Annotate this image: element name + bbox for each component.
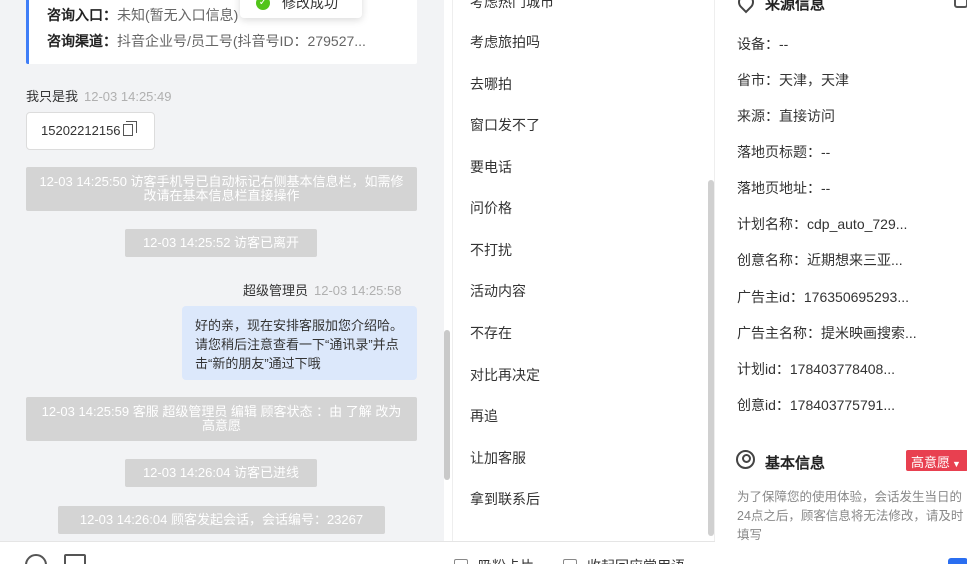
basic-info-title: 基本信息 xyxy=(765,455,826,472)
fan-card-label: 吸粉卡片 xyxy=(478,556,534,564)
collapse-replies-checkbox[interactable] xyxy=(563,559,577,564)
info-device: 设备：-- xyxy=(737,36,789,52)
fan-card-checkbox[interactable] xyxy=(454,559,468,564)
user-icon xyxy=(736,450,755,469)
quick-reply-item[interactable]: 不打扰 xyxy=(470,240,512,260)
check-icon: ✓ xyxy=(256,0,270,10)
info-creative-name: 创意名称：近期想来三亚... xyxy=(737,252,903,268)
info-landing-title: 落地页标题：-- xyxy=(737,144,831,160)
phone-number: 15202212156 xyxy=(41,123,121,138)
quick-reply-scrollbar[interactable] xyxy=(708,180,714,536)
quick-reply-item[interactable]: 要电话 xyxy=(470,157,512,177)
info-advertiser-id: 广告主id：176350695293... xyxy=(737,289,909,305)
intent-status-badge[interactable]: 高意愿 ▼ xyxy=(906,450,967,471)
quick-reply-item[interactable]: 再追 xyxy=(470,406,498,426)
consult-entry-label: 咨询入口： xyxy=(47,7,117,23)
info-source: 来源：直接访问 xyxy=(737,108,835,124)
toast-text: 修改成功 xyxy=(282,0,338,11)
quick-reply-item[interactable]: 不存在 xyxy=(470,323,512,343)
info-landing-url: 落地页地址：-- xyxy=(737,180,831,196)
agent-time: 12-03 14:25:58 xyxy=(314,283,402,298)
quick-reply-list: 考虑热门城市 考虑旅拍吗 去哪拍 窗口发不了 要电话 问价格 不打扰 活动内容 … xyxy=(452,0,715,541)
quick-reply-item[interactable]: 考虑旅拍吗 xyxy=(470,32,540,52)
quick-reply-item[interactable]: 让加客服 xyxy=(470,448,526,468)
caret-down-icon: ▼ xyxy=(952,459,961,469)
phone-message[interactable]: 15202212156 xyxy=(26,112,155,150)
quick-reply-item[interactable]: 活动内容 xyxy=(470,281,526,301)
chat-scrollbar[interactable] xyxy=(444,330,450,480)
system-message: 12-03 14:25:50 访客手机号已自动标记右侧基本信息栏，如需修改请在基… xyxy=(26,167,417,211)
agent-name: 超级管理员 xyxy=(243,283,309,298)
success-toast: ✓ 修改成功 xyxy=(240,0,362,18)
quick-reply-item[interactable]: 窗口发不了 xyxy=(470,115,540,135)
intent-status-label: 高意愿 xyxy=(911,455,951,470)
info-advertiser-name: 广告主名称：提米映画搜索... xyxy=(737,325,917,341)
quick-reply-item[interactable]: 考虑热门城市 xyxy=(470,0,554,12)
info-province: 省市：天津，天津 xyxy=(737,72,849,88)
emoji-icon[interactable] xyxy=(25,554,47,564)
location-icon xyxy=(734,0,758,14)
consult-channel-value: 抖音企业号/员工号(抖音号ID：279527... xyxy=(117,33,366,49)
visitor-time: 12-03 14:25:49 xyxy=(84,89,172,104)
copy-icon[interactable] xyxy=(122,121,137,136)
visitor-info-panel: 来源信息 设备：-- 省市：天津，天津 来源：直接访问 落地页标题：-- 落地页… xyxy=(716,0,967,564)
system-message: 12-03 14:26:04 访客已进线 xyxy=(125,459,317,487)
info-plan-id: 计划id：178403778408... xyxy=(737,361,895,377)
visitor-sender: 我只是我 12-03 14:25:49 xyxy=(26,86,171,105)
quick-reply-item[interactable]: 去哪拍 xyxy=(470,74,512,94)
chat-panel: 咨询入口：未知(暂无入口信息) 咨询渠道：抖音企业号/员工号(抖音号ID：279… xyxy=(0,0,444,564)
collapse-replies-label: 收起回应常用语 xyxy=(587,556,685,564)
consult-channel-row: 咨询渠道：抖音企业号/员工号(抖音号ID：279527... xyxy=(47,28,417,54)
quick-reply-item[interactable]: 拿到联系后 xyxy=(470,489,540,509)
input-toolbar: 吸粉卡片 收起回应常用语 xyxy=(0,541,715,564)
quick-reply-item[interactable]: 对比再决定 xyxy=(470,365,540,385)
floating-action-button[interactable] xyxy=(948,558,967,564)
visitor-name: 我只是我 xyxy=(26,89,79,104)
info-creative-id: 创意id：178403775791... xyxy=(737,397,895,413)
edit-icon[interactable] xyxy=(954,0,967,8)
consult-entry-value: 未知(暂无入口信息) xyxy=(117,7,239,23)
system-message: 12-03 14:25:59 客服 超级管理员 编辑 顾客状态 ：由 了解 改为… xyxy=(26,397,417,441)
agent-message-bubble: 好的亲，现在安排客服加您介绍哈。请您稍后注意查看一下“通讯录”并点击“新的朋友”… xyxy=(182,306,417,380)
source-info-title: 来源信息 xyxy=(765,0,826,13)
consult-channel-label: 咨询渠道： xyxy=(47,33,117,49)
system-message: 12-03 14:25:52 访客已离开 xyxy=(125,229,317,257)
basic-info-notice: 为了保障您的使用体验，会话发生当日的24点之后，顾客信息将无法修改，请及时填写 xyxy=(737,490,964,542)
info-plan-name: 计划名称：cdp_auto_729... xyxy=(737,216,908,232)
quick-reply-item[interactable]: 问价格 xyxy=(470,198,512,218)
image-icon[interactable] xyxy=(64,554,86,564)
agent-sender: 超级管理员 12-03 14:25:58 xyxy=(243,280,401,299)
system-message: 12-03 14:26:04 顾客发起会话，会话编号：23267 xyxy=(58,506,385,534)
